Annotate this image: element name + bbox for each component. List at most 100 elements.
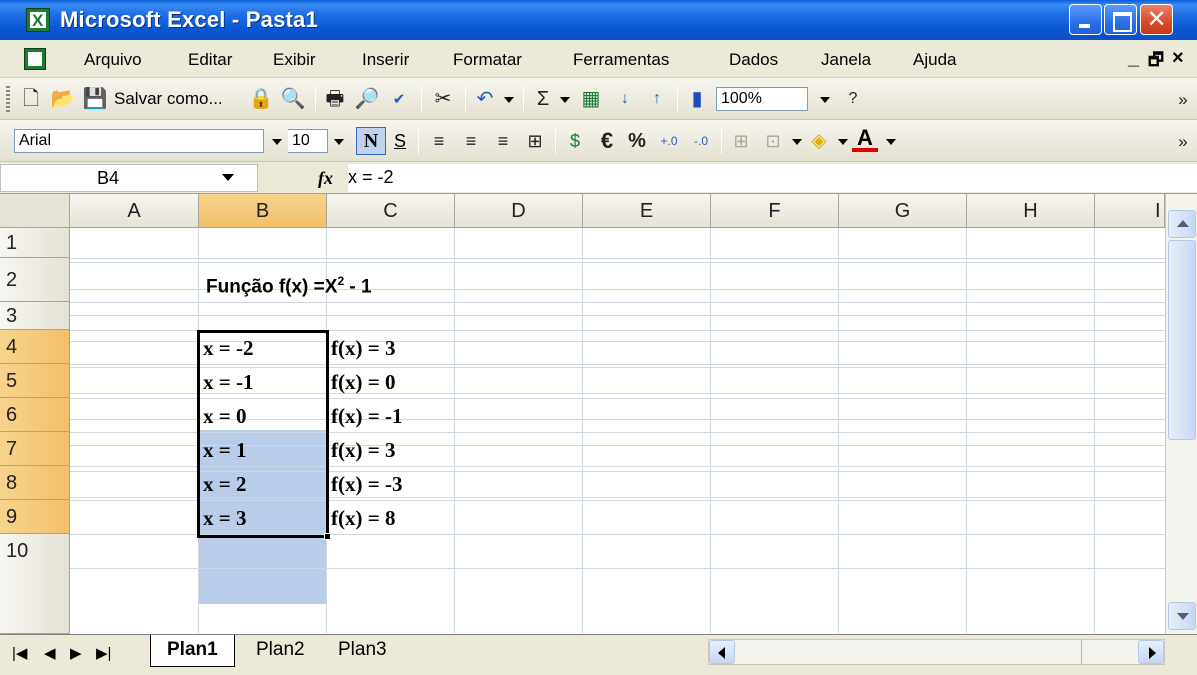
menu-formatar[interactable]: Formatar xyxy=(453,50,522,70)
font-color-icon[interactable]: A xyxy=(852,127,878,152)
insert-function-button[interactable]: fx xyxy=(318,166,333,190)
next-sheet-button[interactable]: ▶ xyxy=(70,644,82,664)
open-folder-icon[interactable]: 📂 xyxy=(50,86,76,112)
column-header-h[interactable]: H xyxy=(967,194,1095,228)
title-bar[interactable]: X Microsoft Excel - Pasta1 ✕ xyxy=(0,0,1197,40)
borders-dropdown-icon[interactable] xyxy=(792,139,802,145)
bold-button[interactable]: N xyxy=(356,127,386,155)
name-box[interactable]: B4 xyxy=(0,164,258,192)
first-sheet-button[interactable]: |◀ xyxy=(12,644,27,664)
menu-inserir[interactable]: Inserir xyxy=(362,50,409,70)
cell-c7[interactable]: f(x) = 3 xyxy=(327,434,395,466)
doc-close-button[interactable]: × xyxy=(1172,46,1184,70)
row-header-4[interactable]: 4 xyxy=(0,330,70,364)
column-header-a[interactable]: A xyxy=(70,194,199,228)
row-header-3[interactable]: 3 xyxy=(0,302,70,330)
percent-style-icon[interactable]: % xyxy=(624,128,650,154)
toolbar-grip[interactable] xyxy=(6,86,10,112)
maximize-button[interactable] xyxy=(1104,4,1137,35)
row-header-10[interactable]: 10 xyxy=(0,534,70,634)
select-all-corner[interactable] xyxy=(0,194,70,228)
underline-button[interactable]: S xyxy=(394,131,406,151)
research-icon[interactable]: 🔍 xyxy=(280,86,306,112)
decrease-indent-icon[interactable]: ⊞ xyxy=(728,128,754,154)
formula-input[interactable]: x = -2 xyxy=(348,164,1197,192)
increase-decimal-icon[interactable]: +.0 xyxy=(656,128,682,154)
permission-icon[interactable]: 🔒 xyxy=(248,86,274,112)
formatting-overflow-icon[interactable]: » xyxy=(1170,128,1196,154)
undo-dropdown-icon[interactable] xyxy=(504,97,514,103)
new-document-icon[interactable]: 🗋 xyxy=(18,86,44,112)
previous-sheet-button[interactable]: ◀ xyxy=(44,644,56,664)
toolbar-overflow-icon[interactable]: » xyxy=(1170,86,1196,112)
sheet-tab-plan2[interactable]: Plan2 xyxy=(240,635,321,667)
row-header-7[interactable]: 7 xyxy=(0,432,70,466)
row-header-2[interactable]: 2 xyxy=(0,258,70,302)
sort-ascending-icon[interactable]: ↓ xyxy=(612,86,638,112)
minimize-button[interactable] xyxy=(1069,4,1102,35)
scroll-right-button[interactable] xyxy=(1138,640,1164,664)
menu-janela[interactable]: Janela xyxy=(821,50,871,70)
column-header-d[interactable]: D xyxy=(455,194,583,228)
font-name-select[interactable]: Arial xyxy=(14,129,264,153)
last-sheet-button[interactable]: ▶| xyxy=(96,644,111,664)
align-left-icon[interactable]: ≡ xyxy=(426,128,452,154)
decrease-decimal-icon[interactable]: -.0 xyxy=(688,128,714,154)
scroll-up-button[interactable] xyxy=(1168,210,1196,238)
cell-c6[interactable]: f(x) = -1 xyxy=(327,400,402,432)
doc-minimize-button[interactable]: _ xyxy=(1128,46,1139,70)
menu-ferramentas[interactable]: Ferramentas xyxy=(573,50,669,70)
row-header-8[interactable]: 8 xyxy=(0,466,70,500)
close-button[interactable]: ✕ xyxy=(1140,4,1173,35)
doc-restore-button[interactable]: 🗗 xyxy=(1148,48,1164,72)
align-center-icon[interactable]: ≡ xyxy=(458,128,484,154)
merge-center-icon[interactable]: ⊞ xyxy=(522,128,548,154)
autosum-icon[interactable]: Σ xyxy=(530,86,556,112)
font-size-dropdown-icon[interactable] xyxy=(334,139,344,145)
autosum-dropdown-icon[interactable] xyxy=(560,97,570,103)
zoom-select[interactable]: 100% xyxy=(716,87,808,111)
row-header-6[interactable]: 6 xyxy=(0,398,70,432)
align-right-icon[interactable]: ≡ xyxy=(490,128,516,154)
fill-handle[interactable] xyxy=(324,533,331,540)
euro-icon[interactable]: € xyxy=(594,128,620,154)
zoom-dropdown-icon[interactable] xyxy=(820,97,830,103)
column-header-g[interactable]: G xyxy=(839,194,967,228)
cell-c9[interactable]: f(x) = 8 xyxy=(327,502,395,534)
save-icon[interactable]: 💾 xyxy=(82,86,108,112)
vertical-scroll-thumb[interactable] xyxy=(1168,240,1196,440)
font-color-dropdown-icon[interactable] xyxy=(886,139,896,145)
print-preview-icon[interactable]: 🔎 xyxy=(354,86,380,112)
sort-descending-icon[interactable]: ↑ xyxy=(644,86,670,112)
menu-arquivo[interactable]: Arquivo xyxy=(84,50,142,70)
column-header-f[interactable]: F xyxy=(711,194,839,228)
column-header-b[interactable]: B xyxy=(199,194,327,228)
spelling-icon[interactable]: ✔ xyxy=(386,86,412,112)
menu-editar[interactable]: Editar xyxy=(188,50,232,70)
help-icon[interactable]: ? xyxy=(840,86,866,112)
vertical-scrollbar[interactable] xyxy=(1165,194,1197,634)
borders-icon[interactable]: ⊡ xyxy=(760,128,786,154)
row-header-1[interactable]: 1 xyxy=(0,228,70,258)
menu-exibir[interactable]: Exibir xyxy=(273,50,316,70)
horizontal-scroll-thumb[interactable] xyxy=(737,640,1082,664)
cell-c4[interactable]: f(x) = 3 xyxy=(327,332,395,364)
font-name-dropdown-icon[interactable] xyxy=(272,139,282,145)
font-size-select[interactable]: 10 xyxy=(288,129,328,153)
cell-b2-function-title[interactable]: Função f(x) =X2 - 1 xyxy=(202,266,372,302)
row-header-9[interactable]: 9 xyxy=(0,500,70,534)
sheet-tab-plan3[interactable]: Plan3 xyxy=(322,635,403,667)
menu-ajuda[interactable]: Ajuda xyxy=(913,50,956,70)
chart-wizard-icon[interactable]: ▮ xyxy=(684,86,710,112)
column-header-e[interactable]: E xyxy=(583,194,711,228)
sheet-tab-plan1[interactable]: Plan1 xyxy=(150,635,235,667)
worksheet-grid[interactable]: A B C D E F G H I 1 2 3 4 5 6 7 8 9 10 F… xyxy=(0,194,1197,634)
save-as-button[interactable]: Salvar como... xyxy=(114,89,223,109)
print-icon[interactable]: 🖶 xyxy=(322,86,348,112)
fill-color-icon[interactable]: ◈ xyxy=(806,128,832,154)
name-box-dropdown-icon[interactable] xyxy=(222,174,234,181)
cut-icon[interactable]: ✂ xyxy=(430,86,456,112)
scroll-left-button[interactable] xyxy=(709,640,735,664)
horizontal-scrollbar[interactable] xyxy=(708,639,1165,665)
cell-c5[interactable]: f(x) = 0 xyxy=(327,366,395,398)
